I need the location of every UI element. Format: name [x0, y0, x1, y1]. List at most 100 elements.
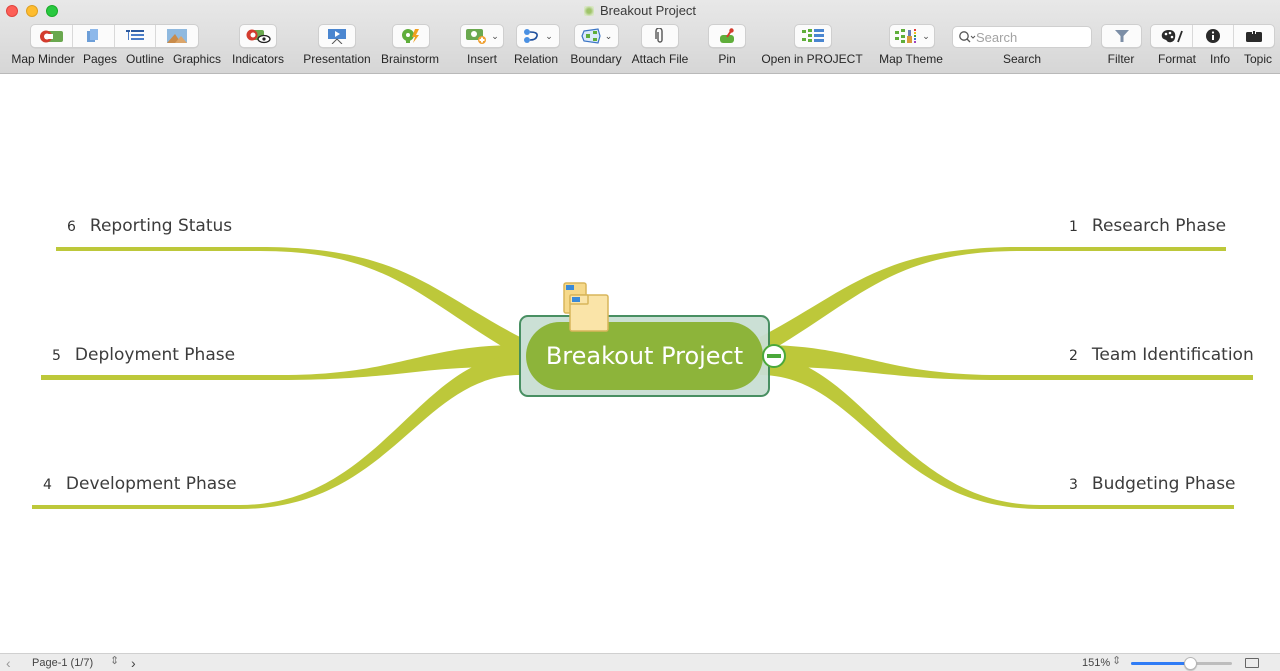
brainstorm-button[interactable]	[392, 24, 430, 48]
page-indicator: Page-1 (1/7)	[32, 657, 94, 669]
chevron-down-icon: ⌄	[922, 30, 930, 41]
outline-label: Outline	[125, 52, 165, 66]
topic-label: Topic	[1243, 52, 1273, 66]
insert-label: Insert	[466, 52, 498, 66]
pages-label: Pages	[82, 52, 118, 66]
brainstorm-icon	[402, 29, 419, 43]
collapse-toggle[interactable]	[762, 344, 786, 368]
project-icon	[802, 29, 824, 42]
search-field[interactable]	[952, 26, 1092, 48]
map-theme-icon	[895, 29, 917, 43]
map-minder-button[interactable]	[31, 25, 73, 47]
zoom-slider-knob[interactable]	[1183, 657, 1197, 670]
topic-number: 2	[1069, 348, 1078, 364]
chevron-down-icon: ⌄	[604, 30, 613, 41]
page-stepper-icon[interactable]: ⇕	[110, 654, 119, 667]
presentation-button[interactable]	[318, 24, 356, 48]
inspector-group	[1150, 24, 1275, 48]
graphics-label: Graphics	[172, 52, 222, 66]
attach-file-label: Attach File	[631, 52, 689, 66]
format-label: Format	[1157, 52, 1197, 66]
search-icon	[959, 31, 976, 43]
indicators-button[interactable]	[239, 24, 277, 48]
status-bar: ‹ Page-1 (1/7) ⇕ › 151% ⇕	[0, 653, 1280, 671]
relation-button[interactable]: ⌄	[516, 24, 560, 48]
topic-development-phase[interactable]: 4 Development Phase	[43, 474, 237, 494]
boundary-button[interactable]: ⌄	[574, 24, 619, 48]
graphics-icon	[166, 29, 187, 43]
info-label: Info	[1209, 52, 1231, 66]
outline-icon	[125, 30, 144, 40]
pin-label: Pin	[718, 52, 736, 66]
topic-label: Deployment Phase	[74, 345, 236, 365]
search-input[interactable]	[976, 29, 1076, 45]
info-icon	[1205, 29, 1220, 43]
filter-label: Filter	[1107, 52, 1135, 66]
window-title-text: Breakout Project	[599, 3, 697, 18]
topic-reporting-status[interactable]: 6 Reporting Status	[67, 216, 232, 236]
folders-icon	[563, 282, 609, 332]
filter-icon	[1114, 30, 1129, 42]
map-theme-label: Map Theme	[879, 52, 943, 66]
topic-deployment-phase[interactable]: 5 Deployment Phase	[52, 345, 235, 365]
pages-icon	[87, 29, 99, 42]
zoom-level: 151%	[1082, 657, 1111, 669]
insert-button[interactable]: ⌄	[460, 24, 504, 48]
indicators-icon	[246, 29, 271, 44]
window-title: Breakout Project	[0, 3, 1280, 18]
topic-number: 3	[1069, 477, 1078, 493]
topic-button[interactable]	[1234, 25, 1274, 47]
pin-icon	[720, 28, 734, 43]
brainstorm-label: Brainstorm	[380, 52, 440, 66]
branch-connector-1	[760, 247, 1226, 357]
format-button[interactable]	[1151, 25, 1194, 47]
insert-icon	[466, 29, 487, 44]
topic-research-phase[interactable]: 1 Research Phase	[1069, 216, 1226, 236]
next-page-button[interactable]: ›	[131, 655, 136, 671]
pin-button[interactable]	[708, 24, 746, 48]
outline-button[interactable]	[115, 25, 156, 47]
topic-label: Budgeting Phase	[1091, 474, 1236, 494]
relation-icon	[524, 29, 539, 43]
topic-number: 1	[1069, 219, 1078, 235]
map-minder-icon	[40, 30, 64, 43]
previous-page-button[interactable]: ‹	[6, 655, 11, 671]
zoom-stepper-icon[interactable]: ⇕	[1112, 654, 1121, 667]
presentation-label: Presentation	[303, 52, 371, 66]
filter-button[interactable]	[1101, 24, 1142, 48]
presentation-icon	[328, 29, 346, 44]
zoom-slider[interactable]	[1131, 657, 1232, 670]
topic-label: Team Identification	[1091, 345, 1254, 365]
topic-icon	[1245, 30, 1262, 42]
topic-team-identification[interactable]: 2 Team Identification	[1069, 345, 1254, 365]
boundary-label: Boundary	[570, 52, 622, 66]
topic-number: 5	[52, 348, 61, 364]
pages-button[interactable]	[73, 25, 115, 47]
palette-icon	[1161, 30, 1183, 43]
indicators-label: Indicators	[231, 52, 285, 66]
attach-file-button[interactable]	[641, 24, 679, 48]
map-theme-button[interactable]: ⌄	[889, 24, 935, 48]
window-titlebar: Breakout Project Map Minder Pages Outlin…	[0, 0, 1280, 74]
relation-label: Relation	[513, 52, 559, 66]
topic-budgeting-phase[interactable]: 3 Budgeting Phase	[1069, 474, 1236, 494]
topic-number: 4	[43, 477, 52, 493]
topic-number: 6	[67, 219, 76, 235]
open-in-project-button[interactable]	[794, 24, 832, 48]
map-minder-label: Map Minder	[11, 52, 75, 66]
document-icon	[583, 6, 594, 16]
paperclip-icon	[655, 28, 663, 43]
open-in-project-label: Open in PROJECT	[761, 52, 863, 66]
topic-label: Development Phase	[65, 474, 237, 494]
minus-icon	[767, 354, 781, 358]
boundary-icon	[581, 28, 601, 44]
mindmap-canvas[interactable]: Breakout Project 1 Research Phase 2 Team I…	[0, 75, 1280, 653]
info-button[interactable]	[1193, 25, 1234, 47]
zoom-slider-fill	[1131, 662, 1190, 665]
view-group	[30, 24, 199, 48]
chevron-down-icon: ⌄	[491, 30, 499, 41]
topic-label: Reporting Status	[89, 216, 233, 236]
search-label: Search	[1002, 52, 1042, 66]
fit-window-icon[interactable]	[1245, 658, 1259, 668]
graphics-button[interactable]	[156, 25, 198, 47]
